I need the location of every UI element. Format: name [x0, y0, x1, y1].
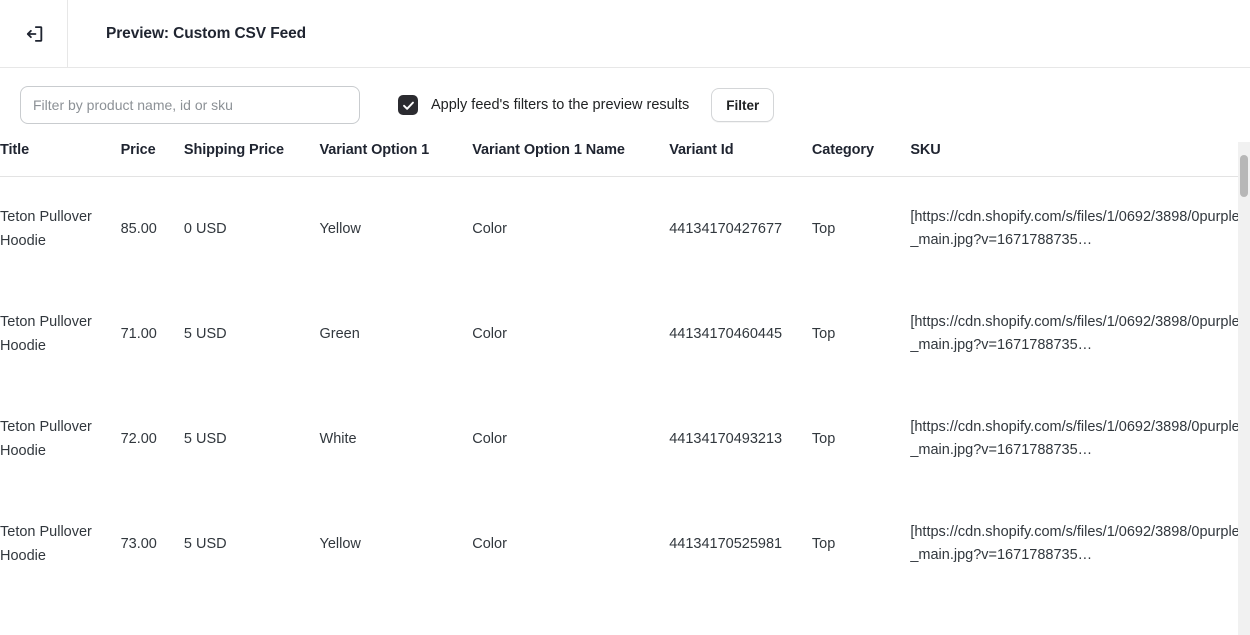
cell-title: Teton Pullover Hoodie [0, 314, 92, 354]
search-input[interactable] [20, 86, 360, 124]
cell-variant-option-1: White [319, 431, 357, 447]
check-icon [402, 101, 414, 110]
table-row[interactable]: Teton Pullover Hoodie 72.00 5 USD White … [0, 387, 1242, 492]
vertical-scrollbar-thumb[interactable] [1240, 155, 1248, 197]
page-title: Preview: Custom CSV Feed [106, 24, 307, 42]
cell-category: Top [811, 221, 836, 238]
cell-title: Teton Pullover Hoodie [0, 419, 92, 459]
filter-bar: Apply feed's filters to the preview resu… [0, 68, 1250, 142]
cell-category: Top [811, 326, 836, 342]
table-row[interactable]: Teton Pullover Hoodie 73.00 5 USD Yellow… [0, 492, 1242, 597]
cell-sku: [https://cdn.shopify.com/s/files/1/0692/… [910, 177, 1242, 282]
cell-sku: [https://cdn.shopify.com/s/files/1/0692/… [910, 492, 1242, 597]
exit-icon [26, 25, 42, 42]
cell-variant-option-1-name: Color [472, 536, 507, 552]
column-header-category[interactable]: Category [812, 142, 910, 177]
cell-variant-option-1-name: Color [472, 221, 507, 238]
cell-price: 72.00 [120, 431, 157, 447]
preview-table: Title Price Shipping Price Variant Optio… [0, 142, 1242, 597]
column-header-title[interactable]: Title [0, 142, 121, 177]
cell-variant-id: 44134170525981 [669, 536, 783, 552]
cell-category: Top [811, 431, 836, 447]
cell-sku-text: [https://cdn.shopify.com/s/files/1/0692/… [910, 524, 1240, 563]
cell-price: 73.00 [120, 536, 157, 552]
cell-shipping-price: 5 USD [183, 326, 227, 342]
topbar: Preview: Custom CSV Feed [0, 0, 1250, 68]
cell-variant-option-1-name: Color [472, 326, 507, 342]
cell-sku-text: [https://cdn.shopify.com/s/files/1/0692/… [910, 209, 1240, 249]
preview-table-scroll-area: Title Price Shipping Price Variant Optio… [0, 142, 1250, 635]
table-body: Teton Pullover Hoodie 85.00 0 USD Yellow… [0, 177, 1242, 597]
cell-shipping-price: 0 USD [183, 221, 227, 238]
table-row[interactable]: Teton Pullover Hoodie 71.00 5 USD Green … [0, 282, 1242, 387]
cell-variant-id: 44134170427677 [669, 221, 783, 238]
filter-button[interactable]: Filter [711, 88, 775, 122]
column-header-variant-option-1-name[interactable]: Variant Option 1 Name [472, 142, 669, 177]
cell-price: 71.00 [120, 326, 157, 342]
column-header-price[interactable]: Price [121, 142, 184, 177]
cell-shipping-price: 5 USD [183, 431, 227, 447]
apply-filters-checkbox-group[interactable]: Apply feed's filters to the preview resu… [398, 95, 689, 115]
cell-price: 85.00 [120, 221, 157, 238]
column-header-variant-id[interactable]: Variant Id [669, 142, 812, 177]
cell-variant-id: 44134170460445 [669, 326, 783, 342]
table-head: Title Price Shipping Price Variant Optio… [0, 142, 1242, 177]
column-header-sku[interactable]: SKU [910, 142, 1242, 177]
table-header-row: Title Price Shipping Price Variant Optio… [0, 142, 1242, 177]
cell-sku: [https://cdn.shopify.com/s/files/1/0692/… [910, 282, 1242, 387]
column-header-variant-option-1[interactable]: Variant Option 1 [320, 142, 473, 177]
preview-csv-feed-page: Preview: Custom CSV Feed Apply feed's fi… [0, 0, 1250, 635]
cell-variant-option-1-name: Color [472, 431, 507, 447]
table-row[interactable]: Teton Pullover Hoodie 85.00 0 USD Yellow… [0, 177, 1242, 282]
exit-button[interactable] [0, 0, 68, 67]
cell-title: Teton Pullover Hoodie [0, 209, 92, 250]
cell-title: Teton Pullover Hoodie [0, 524, 92, 564]
cell-category: Top [811, 536, 836, 552]
cell-sku-text: [https://cdn.shopify.com/s/files/1/0692/… [910, 314, 1240, 353]
apply-filters-label: Apply feed's filters to the preview resu… [431, 97, 690, 113]
cell-variant-id: 44134170493213 [669, 431, 783, 447]
column-header-shipping-price[interactable]: Shipping Price [184, 142, 320, 177]
vertical-scrollbar[interactable] [1238, 142, 1250, 635]
cell-sku-text: [https://cdn.shopify.com/s/files/1/0692/… [910, 419, 1240, 458]
apply-filters-checkbox[interactable] [398, 95, 418, 115]
cell-variant-option-1: Green [319, 326, 360, 342]
cell-variant-option-1: Yellow [319, 536, 361, 552]
cell-variant-option-1: Yellow [319, 221, 361, 238]
cell-sku: [https://cdn.shopify.com/s/files/1/0692/… [910, 387, 1242, 492]
cell-shipping-price: 5 USD [183, 536, 227, 552]
